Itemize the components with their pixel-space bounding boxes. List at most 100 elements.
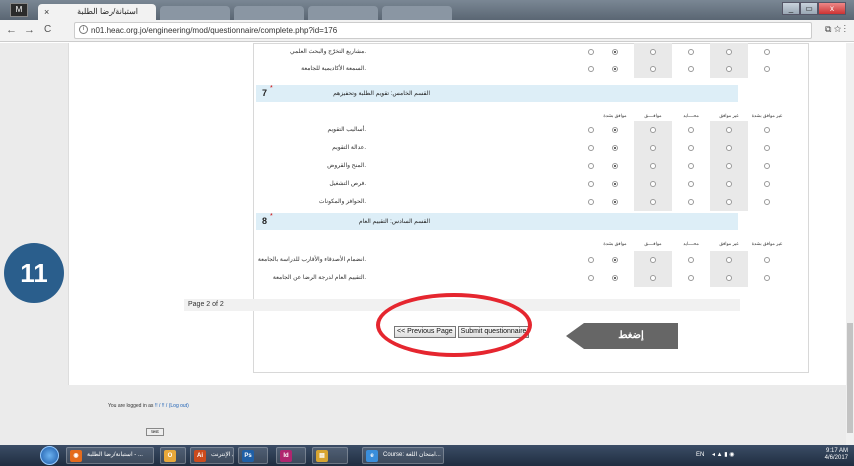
taskbar-item[interactable]: Ps bbox=[238, 447, 268, 464]
radio-option[interactable] bbox=[650, 163, 656, 169]
radio-option[interactable] bbox=[688, 275, 694, 281]
taskbar-item[interactable]: Id bbox=[276, 447, 306, 464]
browser-toolbar: ← → C i n01.heac.org.jo/engineering/mod/… bbox=[0, 20, 854, 42]
radio-option[interactable] bbox=[650, 199, 656, 205]
radio-option[interactable] bbox=[726, 49, 732, 55]
tray-icons[interactable]: ◂ ▲ ▮ ◉ bbox=[712, 451, 735, 458]
radio-option[interactable] bbox=[650, 275, 656, 281]
radio-option-na[interactable] bbox=[588, 181, 594, 187]
radio-option[interactable] bbox=[650, 181, 656, 187]
radio-option[interactable] bbox=[650, 66, 656, 72]
scrollbar[interactable] bbox=[846, 43, 854, 445]
taskbar-item[interactable]: O bbox=[160, 447, 186, 464]
radio-option[interactable] bbox=[726, 199, 732, 205]
radio-option[interactable] bbox=[688, 49, 694, 55]
radio-option-na[interactable] bbox=[588, 199, 594, 205]
app-icon: Id bbox=[280, 450, 292, 462]
minimize-button[interactable]: _ bbox=[782, 2, 800, 15]
radio-option[interactable] bbox=[726, 257, 732, 263]
radio-option[interactable] bbox=[650, 257, 656, 263]
taskbar-item[interactable]: ▤ bbox=[312, 447, 348, 464]
radio-option[interactable] bbox=[688, 145, 694, 151]
address-bar[interactable]: i n01.heac.org.jo/engineering/mod/questi… bbox=[74, 22, 812, 39]
instruction-callout: إضغط bbox=[566, 323, 678, 349]
radio-option[interactable] bbox=[612, 257, 618, 263]
radio-option[interactable] bbox=[650, 145, 656, 151]
inactive-tab[interactable] bbox=[234, 6, 304, 20]
radio-option[interactable] bbox=[726, 275, 732, 281]
taskbar-item[interactable]: Ai آلية الدخول إلى الإنترنت... bbox=[190, 447, 234, 464]
start-button[interactable] bbox=[40, 446, 59, 465]
radio-option[interactable] bbox=[726, 66, 732, 72]
radio-option-na[interactable] bbox=[588, 49, 594, 55]
radio-option[interactable] bbox=[764, 181, 770, 187]
radio-option-na[interactable] bbox=[588, 66, 594, 72]
question-label: .مشاريع التخرّج والبحث العلمي bbox=[290, 49, 366, 55]
url-text: n01.heac.org.jo/engineering/mod/question… bbox=[91, 26, 338, 35]
maximize-button[interactable]: ▭ bbox=[800, 2, 818, 15]
radio-option-na[interactable] bbox=[588, 145, 594, 151]
radio-option[interactable] bbox=[764, 127, 770, 133]
radio-option[interactable] bbox=[688, 181, 694, 187]
radio-option[interactable] bbox=[764, 275, 770, 281]
taskbar-item[interactable]: ◉ استبانة/رضا الطلبة - ... bbox=[66, 447, 154, 464]
app-icon: Ps bbox=[242, 450, 254, 462]
radio-option[interactable] bbox=[726, 163, 732, 169]
radio-option[interactable] bbox=[612, 127, 618, 133]
question-label: .انضمام الأصدقاء والأقارب للدراسة بالجام… bbox=[257, 257, 366, 263]
radio-option[interactable] bbox=[612, 145, 618, 151]
radio-option[interactable] bbox=[688, 127, 694, 133]
radio-option[interactable] bbox=[650, 127, 656, 133]
logout-link[interactable]: (Log out) bbox=[169, 403, 189, 409]
radio-option[interactable] bbox=[612, 66, 618, 72]
radio-option-na[interactable] bbox=[588, 275, 594, 281]
radio-option-na[interactable] bbox=[588, 257, 594, 263]
window-controls: _ ▭ x bbox=[782, 2, 846, 16]
user-link[interactable]: !! / !! / bbox=[155, 403, 168, 409]
radio-option[interactable] bbox=[612, 199, 618, 205]
tab-active[interactable]: استبانة/رضا الطلبة bbox=[38, 4, 156, 20]
system-clock[interactable]: 9:17 AM 4/6/2017 bbox=[825, 448, 848, 462]
info-icon[interactable]: i bbox=[79, 25, 88, 34]
tab-close-icon[interactable]: × bbox=[44, 4, 49, 20]
reload-icon[interactable]: C bbox=[44, 23, 51, 37]
back-icon[interactable]: ← bbox=[6, 23, 17, 37]
language-indicator[interactable]: EN bbox=[696, 452, 704, 458]
taskbar-item[interactable]: e Course: امتحان اللغة... bbox=[362, 447, 444, 464]
taskbar-item-label: استبانة/رضا الطلبة - ... bbox=[87, 452, 143, 458]
radio-option-na[interactable] bbox=[588, 163, 594, 169]
radio-option[interactable] bbox=[764, 66, 770, 72]
radio-option[interactable] bbox=[764, 199, 770, 205]
inactive-tab[interactable] bbox=[382, 6, 452, 20]
radio-option[interactable] bbox=[688, 163, 694, 169]
radio-option[interactable] bbox=[764, 163, 770, 169]
question-label: .المنح والقروض bbox=[327, 163, 366, 169]
toolbar-icons[interactable]: ⧉ ☆ ⋮ bbox=[825, 24, 846, 35]
radio-option[interactable] bbox=[764, 145, 770, 151]
radio-option[interactable] bbox=[612, 181, 618, 187]
radio-option[interactable] bbox=[612, 275, 618, 281]
radio-option[interactable] bbox=[612, 163, 618, 169]
radio-option[interactable] bbox=[726, 127, 732, 133]
scale-header: موافق بشدة bbox=[603, 241, 627, 246]
radio-option-na[interactable] bbox=[588, 127, 594, 133]
scale-header: موافــــق bbox=[644, 113, 662, 118]
inactive-tab[interactable] bbox=[160, 6, 230, 20]
inactive-tab[interactable] bbox=[308, 6, 378, 20]
forward-icon[interactable]: → bbox=[24, 23, 35, 37]
radio-option[interactable] bbox=[612, 49, 618, 55]
radio-option[interactable] bbox=[726, 181, 732, 187]
radio-option[interactable] bbox=[688, 66, 694, 72]
test-button[interactable]: test bbox=[146, 428, 164, 436]
clock-time: 9:17 AM bbox=[825, 448, 848, 454]
scale-header: غير موافق bbox=[719, 113, 739, 118]
radio-option[interactable] bbox=[764, 257, 770, 263]
radio-option[interactable] bbox=[688, 199, 694, 205]
scrollbar-thumb[interactable] bbox=[847, 323, 853, 433]
radio-option[interactable] bbox=[650, 49, 656, 55]
radio-option[interactable] bbox=[688, 257, 694, 263]
radio-option[interactable] bbox=[764, 49, 770, 55]
close-window-button[interactable]: x bbox=[818, 2, 846, 15]
app-icon: ▤ bbox=[316, 450, 328, 462]
radio-option[interactable] bbox=[726, 145, 732, 151]
